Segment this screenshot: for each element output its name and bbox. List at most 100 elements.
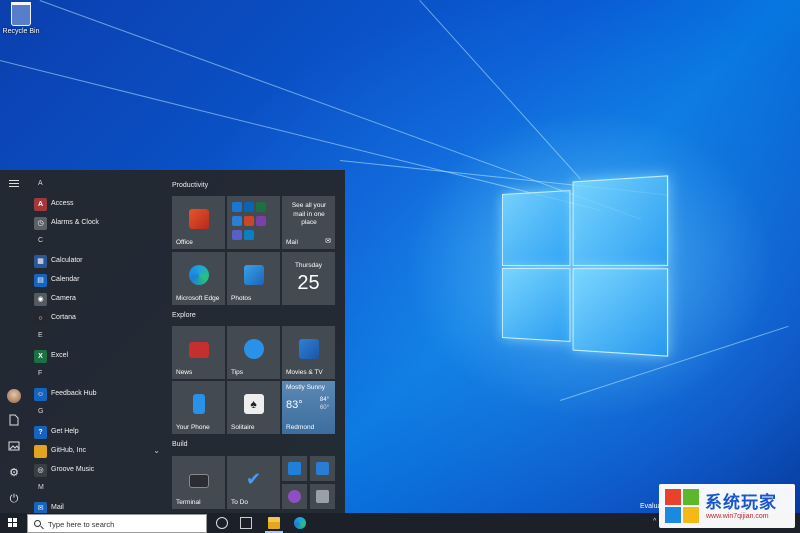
app-list-letter-header[interactable]: M xyxy=(28,480,164,499)
tile-office-apps-folder[interactable] xyxy=(227,196,280,249)
movies-icon xyxy=(299,339,319,359)
search-icon xyxy=(34,520,41,527)
app-list-item[interactable]: GitHub, Inc ⌄ xyxy=(28,442,164,461)
app-list-item[interactable]: ☺ Feedback Hub xyxy=(28,385,164,404)
checkmark-icon: ✔ xyxy=(244,469,264,489)
app-name: Camera xyxy=(51,295,76,302)
app-list-letter-header[interactable]: A xyxy=(28,176,164,195)
file-explorer-icon[interactable] xyxy=(268,517,280,529)
letter-label: G xyxy=(38,408,43,415)
calculator-icon xyxy=(316,490,329,503)
app-list-item[interactable]: X Excel xyxy=(28,347,164,366)
tile-to-do[interactable]: ✔ To Do xyxy=(227,456,280,509)
tile-movies-tv[interactable]: Movies & TV xyxy=(282,326,335,379)
hamburger-icon[interactable] xyxy=(6,178,22,194)
app-list-letter-header[interactable]: C xyxy=(28,233,164,252)
calendar-date: 25 xyxy=(282,272,335,295)
edge-icon xyxy=(189,265,209,285)
outlook-icon xyxy=(232,202,242,212)
app-name: Access xyxy=(51,200,74,207)
powerpoint-icon xyxy=(244,216,254,226)
weather-low: 60° xyxy=(320,405,329,411)
tile-label: Terminal xyxy=(176,499,201,506)
power-icon[interactable]: ⏻ xyxy=(6,491,22,507)
calculator-icon: ▦ xyxy=(34,255,47,268)
group-title-productivity: Productivity xyxy=(172,182,208,189)
app-name: Alarms & Clock xyxy=(51,219,99,226)
tile-vscode[interactable] xyxy=(282,456,307,481)
app-list-letter-header[interactable]: E xyxy=(28,328,164,347)
tile-label: Office xyxy=(176,239,193,246)
windows-start-icon xyxy=(8,518,18,528)
chevron-up-icon[interactable]: ^ xyxy=(653,518,656,525)
word-icon xyxy=(244,202,254,212)
photos-icon xyxy=(244,265,264,285)
tile-label: To Do xyxy=(231,499,248,506)
app-list-letter-header[interactable]: G xyxy=(28,404,164,423)
tile-office[interactable]: Office xyxy=(172,196,225,249)
watermark-url: www.win7qijian.com xyxy=(706,513,769,520)
github-icon xyxy=(288,490,301,503)
tile-photos[interactable]: Photos xyxy=(227,252,280,305)
tile-your-phone[interactable]: Your Phone xyxy=(172,381,225,434)
app-list-item[interactable]: ○ Cortana xyxy=(28,309,164,328)
app-list-item[interactable]: ✉ Mail xyxy=(28,499,164,513)
app-name: Feedback Hub xyxy=(51,390,97,397)
app-list-item[interactable]: ▦ Calculator xyxy=(28,252,164,271)
lightbulb-icon xyxy=(244,339,264,359)
start-rail: ⚙ ⏻ xyxy=(0,170,28,513)
app-list-item[interactable]: ◉ Camera xyxy=(28,290,164,309)
app-list-item[interactable]: A Access xyxy=(28,195,164,214)
search-box[interactable]: Type here to search xyxy=(27,514,207,533)
tile-mail[interactable]: See all your mail in one place Mail ✉ xyxy=(282,196,335,249)
tile-solitaire[interactable]: ♠ Solitaire xyxy=(227,381,280,434)
app-list-item[interactable]: ◎ Groove Music xyxy=(28,461,164,480)
recycle-bin-icon xyxy=(11,2,31,26)
tile-label: Photos xyxy=(231,295,251,302)
recycle-bin[interactable]: Recycle Bin xyxy=(2,2,40,35)
app-name: Cortana xyxy=(51,314,76,321)
onenote-icon xyxy=(256,216,266,226)
tile-label: Solitaire xyxy=(231,424,254,431)
letter-label: C xyxy=(38,237,43,244)
tile-weather[interactable]: Mostly Sunny 83° 84° 60° Redmond xyxy=(282,381,335,434)
watermark-title: 系统玩家 xyxy=(705,488,777,513)
tile-tips[interactable]: Tips xyxy=(227,326,280,379)
tile-azure-devops[interactable] xyxy=(310,456,335,481)
app-list-item[interactable]: ◷ Alarms & Clock xyxy=(28,214,164,233)
avatar[interactable] xyxy=(7,389,21,403)
edge-icon[interactable] xyxy=(294,517,306,529)
cortana-icon[interactable] xyxy=(216,517,228,529)
camera-icon: ◉ xyxy=(34,293,47,306)
tile-microsoft-edge[interactable]: Microsoft Edge xyxy=(172,252,225,305)
teams-icon xyxy=(232,230,242,240)
onedrive-icon xyxy=(232,216,242,226)
recycle-bin-label: Recycle Bin xyxy=(2,28,40,35)
task-view-icon[interactable] xyxy=(240,517,252,529)
groove-music-icon: ◎ xyxy=(34,464,47,477)
app-list-item[interactable]: ▤ Calendar xyxy=(28,271,164,290)
app-list-letter-header[interactable]: F xyxy=(28,366,164,385)
app-name: Excel xyxy=(51,352,68,359)
tile-terminal[interactable]: Terminal xyxy=(172,456,225,509)
excel-icon: X xyxy=(34,350,47,363)
weather-description: Mostly Sunny xyxy=(286,384,325,391)
document-icon[interactable] xyxy=(6,414,22,430)
tile-github[interactable] xyxy=(282,484,307,509)
start-button[interactable] xyxy=(0,513,26,533)
gear-icon[interactable]: ⚙ xyxy=(6,465,22,481)
tile-calculator[interactable] xyxy=(310,484,335,509)
app-list-item[interactable]: ? Get Help xyxy=(28,423,164,442)
app-name: Calculator xyxy=(51,257,83,264)
spade-icon: ♠ xyxy=(244,394,264,414)
mail-icon: ✉ xyxy=(34,502,47,513)
site-watermark: 系统玩家 www.win7qijian.com xyxy=(659,484,795,528)
phone-icon xyxy=(193,394,205,414)
pictures-icon[interactable] xyxy=(6,440,22,456)
app-name: Groove Music xyxy=(51,466,94,473)
logo-pane xyxy=(502,268,570,342)
tile-label: Mail xyxy=(286,239,298,246)
tile-news[interactable]: News xyxy=(172,326,225,379)
tile-calendar[interactable]: Thursday 25 xyxy=(282,252,335,305)
chevron-down-icon[interactable]: ⌄ xyxy=(153,446,160,455)
